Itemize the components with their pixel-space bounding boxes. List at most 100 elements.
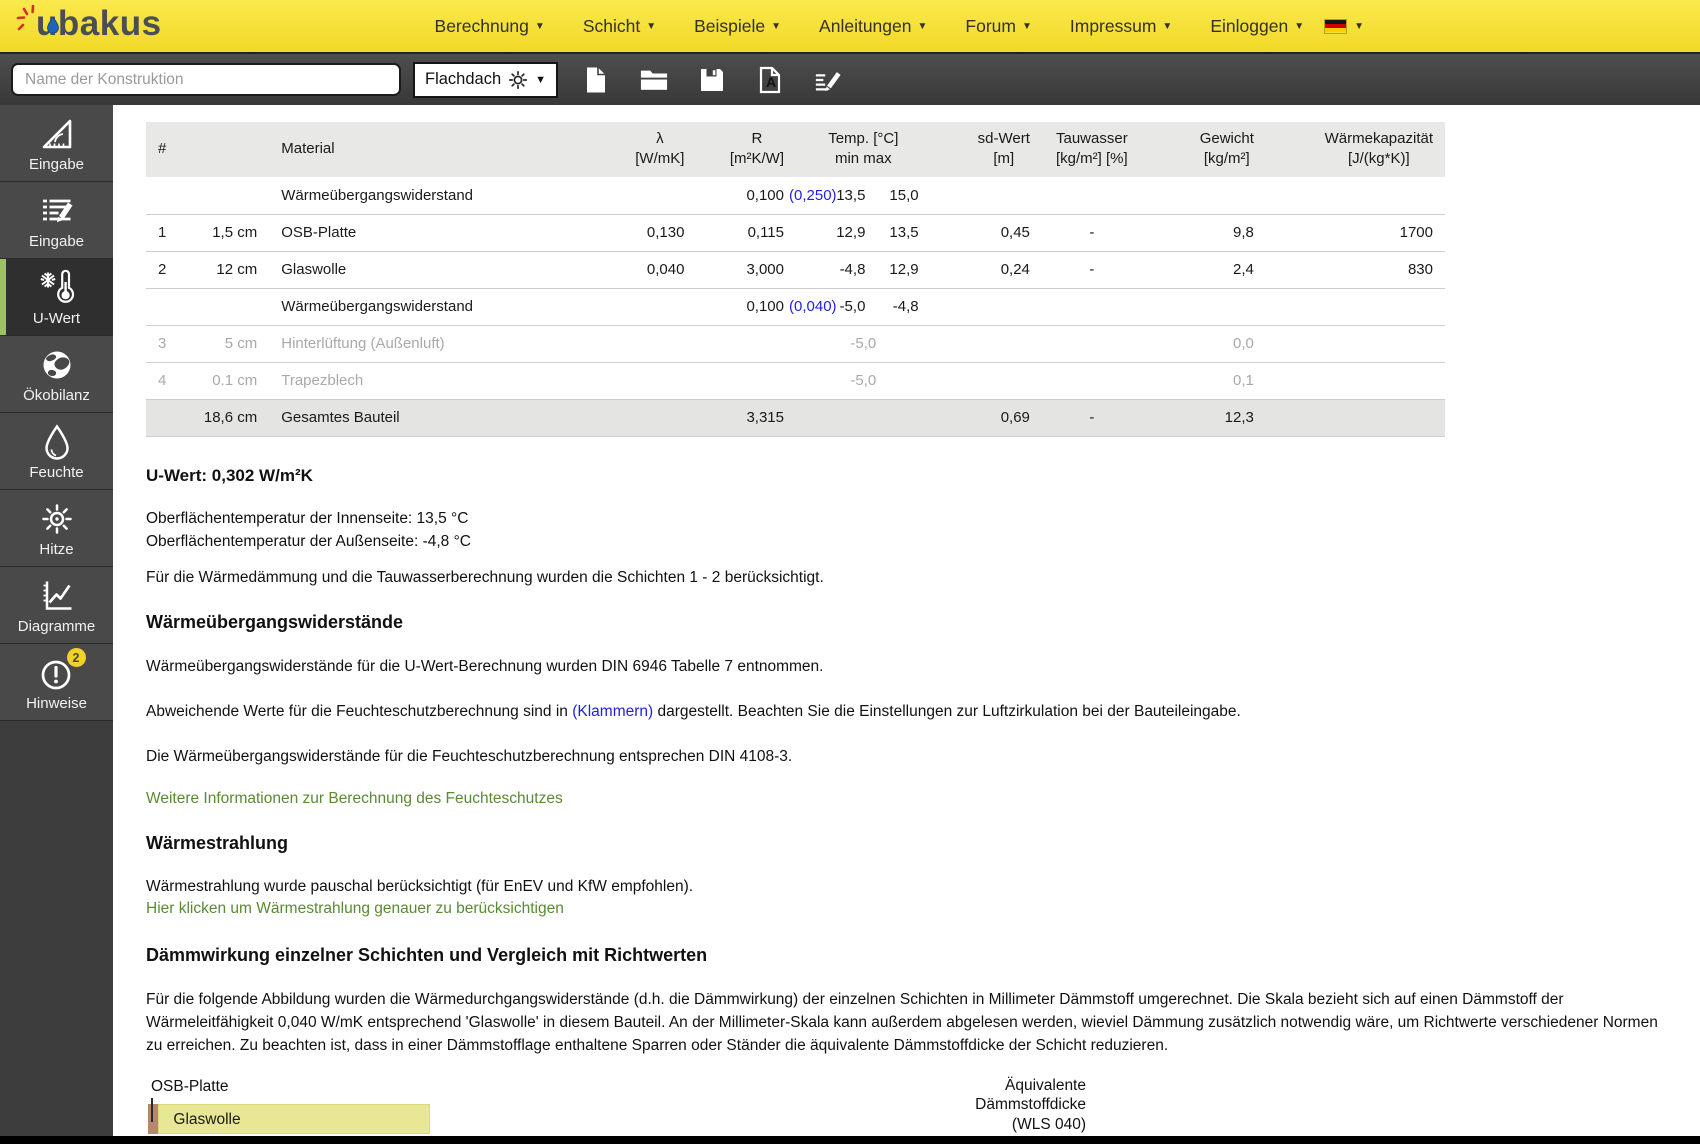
chevron-down-icon: ▼ [535,21,545,32]
sidebar-item-eingabe-2[interactable]: Eingabe [0,182,113,259]
sidebar-item-hinweise[interactable]: 2Hinweise [0,644,113,721]
sidebar-item-hitze[interactable]: Hitze [0,490,113,567]
main-nav-items: Berechnung▼Schicht▼Beispiele▼Anleitungen… [435,16,1305,37]
glaswolle-bar-label: Glaswolle [159,1105,428,1135]
sidebar-item-eingabe-1[interactable]: Eingabe [0,105,113,182]
top-navigation: ubakus Berechnung▼Schicht▼Beispiele▼Anle… [0,0,1700,52]
table-row: 40.1 cmTrapezblech-5,00,1 [146,362,1445,399]
heat-transfer-p3: Die Wärmeübergangswiderstände für die Fe… [146,745,1670,768]
sidebar-item-label: Hitze [39,541,73,558]
logo-rays-icon [16,5,38,32]
sidebar-item-diagramme[interactable]: Diagramme [0,567,113,644]
nav-item-label: Forum [965,16,1016,37]
col-sd: sd-Wert[m] [931,122,1042,177]
sun-icon [36,498,78,540]
osb-bar-label: OSB-Platte [151,1078,229,1096]
notification-badge: 2 [67,648,86,667]
nav-item-forum[interactable]: Forum▼ [965,16,1031,37]
open-folder-icon[interactable] [640,66,668,94]
language-selector[interactable]: ▼ [1324,19,1364,34]
nav-item-beispiele[interactable]: Beispiele ▼ [694,16,781,37]
col-temp: Temp. [°C]min max [796,122,931,177]
col-r: R[m²K/W] [696,122,796,177]
table-row: 35 cmHinterlüftung (Außenluft)-5,00,0 [146,325,1445,362]
edit-notes-icon[interactable] [814,66,842,94]
thermometer-snowflake-icon [36,267,78,309]
nav-item-impressum[interactable]: Impressum ▼ [1070,16,1172,37]
bracket-value: (0,040) [789,298,837,315]
sidebar-item-label: Eingabe [29,156,84,173]
nav-item-label: Beispiele [694,16,765,37]
col-waermekapazitaet: Wärmekapazität[J/(kg*K)] [1266,122,1445,177]
nav-item-label: Anleitungen [819,16,911,37]
u-value-result: U-Wert: 0,302 W/m²K [146,466,1670,486]
col-num: # [146,122,182,177]
globe-icon [36,344,78,386]
osb-pointer-line [151,1098,153,1122]
nav-item-label: Berechnung [435,16,529,37]
save-icon[interactable] [698,66,726,94]
ubakus-app: ubakus Berechnung▼Schicht▼Beispiele▼Anle… [0,0,1700,1144]
chevron-down-icon: ▼ [1294,21,1304,32]
chevron-down-icon: ▼ [771,21,781,32]
klammern-link[interactable]: (Klammern) [572,703,653,720]
radiation-p1: Wärmestrahlung wurde pauschal berücksich… [146,876,1670,898]
chevron-down-icon: ▼ [918,21,928,32]
sidebar-item-oekobilanz[interactable]: Ökobilanz [0,336,113,413]
file-actions: A [582,66,842,94]
german-flag-icon [1324,19,1347,34]
construction-name-input[interactable] [11,63,401,96]
alert-circle-icon: 2 [36,652,78,694]
chevron-down-icon: ▼ [535,74,546,86]
bar-segment-osb [148,1104,158,1134]
viewport-bottom-bar [0,1136,1700,1144]
logo-drop-icon [47,17,59,33]
nav-item-berechnung[interactable]: Berechnung ▼ [435,16,545,37]
nav-item-anleitungen[interactable]: Anleitungen ▼ [819,16,927,37]
sidebar-item-u-wert[interactable]: U-Wert [0,259,113,336]
radiation-link[interactable]: Hier klicken um Wärmestrahlung genauer z… [146,898,564,920]
bracket-value: (0,250) [789,187,837,204]
insulation-p1: Für die folgende Abbildung wurden die Wä… [146,988,1670,1057]
form-pencil-icon [36,190,78,232]
pdf-export-icon[interactable]: A [756,66,784,94]
col-tauwasser: Tauwasser[kg/m²] [%] [1042,122,1142,177]
nav-item-schicht[interactable]: Schicht▼ [583,16,656,37]
heat-transfer-p1: Wärmeübergangswiderstände für die U-Wert… [146,655,1670,678]
col-thickness [182,122,269,177]
set-square-icon [36,113,78,155]
new-document-icon[interactable] [582,66,610,94]
sidebar-item-feuchte[interactable]: Feuchte [0,413,113,490]
surface-temp-inside: Oberflächentemperatur der Innenseite: 13… [146,507,1670,530]
sidebar-menu: Eingabe Eingabe U-Wert Ökobilanz Feuchte Hitz… [0,105,113,721]
table-row: 11,5 cmOSB-Platte0,1300,11512,913,50,45-… [146,214,1445,251]
sidebar-item-label: Diagramme [18,618,96,635]
moisture-info-link[interactable]: Weitere Informationen zur Berechnung des… [146,790,563,808]
sidebar-item-label: Ökobilanz [23,387,90,404]
table-row: Wärmeübergangswiderstand0,100(0,040)-5,0… [146,288,1445,325]
sidebar-item-label: U-Wert [33,310,80,327]
results-content: # Material λ[W/mK] R[m²K/W] Temp. [°C]mi… [113,105,1700,1144]
sidebar: Eingabe Eingabe U-Wert Ökobilanz Feuchte Hitz… [0,105,113,1144]
col-gewicht: Gewicht[kg/m²] [1142,122,1266,177]
insulation-bar: Glaswolle [146,1104,1086,1134]
insulation-heading: Dämmwirkung einzelner Schichten und Verg… [146,945,1670,966]
insulation-chart: OSB-Platte Glaswolle Äquivalente Dämmsto… [146,1078,1086,1144]
col-material: Material [269,122,558,177]
ubakus-logo[interactable]: ubakus [14,0,224,52]
construction-type-select[interactable]: Flachdach ▼ [413,62,558,98]
nav-item-label: Impressum [1070,16,1157,37]
nav-item-einloggen[interactable]: Einloggen ▼ [1210,16,1304,37]
layers-note: Für die Wärmedämmung und die Tauwasserbe… [146,569,1670,587]
nav-item-label: Einloggen [1210,16,1288,37]
table-header: # Material λ[W/mK] R[m²K/W] Temp. [°C]mi… [146,122,1445,177]
heat-transfer-p2: Abweichende Werte für die Feuchteschutzb… [146,700,1670,723]
svg-text:A: A [766,74,776,90]
layers-table-body: Wärmeübergangswiderstand0,100(0,250)13,5… [146,177,1445,436]
chevron-down-icon: ▼ [1162,21,1172,32]
sidebar-item-label: Feuchte [29,464,83,481]
surface-temp-outside: Oberflächentemperatur der Außenseite: -4… [146,530,1670,553]
sun-icon [508,70,528,90]
radiation-block: Wärmestrahlung wurde pauschal berücksich… [146,876,1670,920]
layers-table: # Material λ[W/mK] R[m²K/W] Temp. [°C]mi… [146,122,1445,437]
